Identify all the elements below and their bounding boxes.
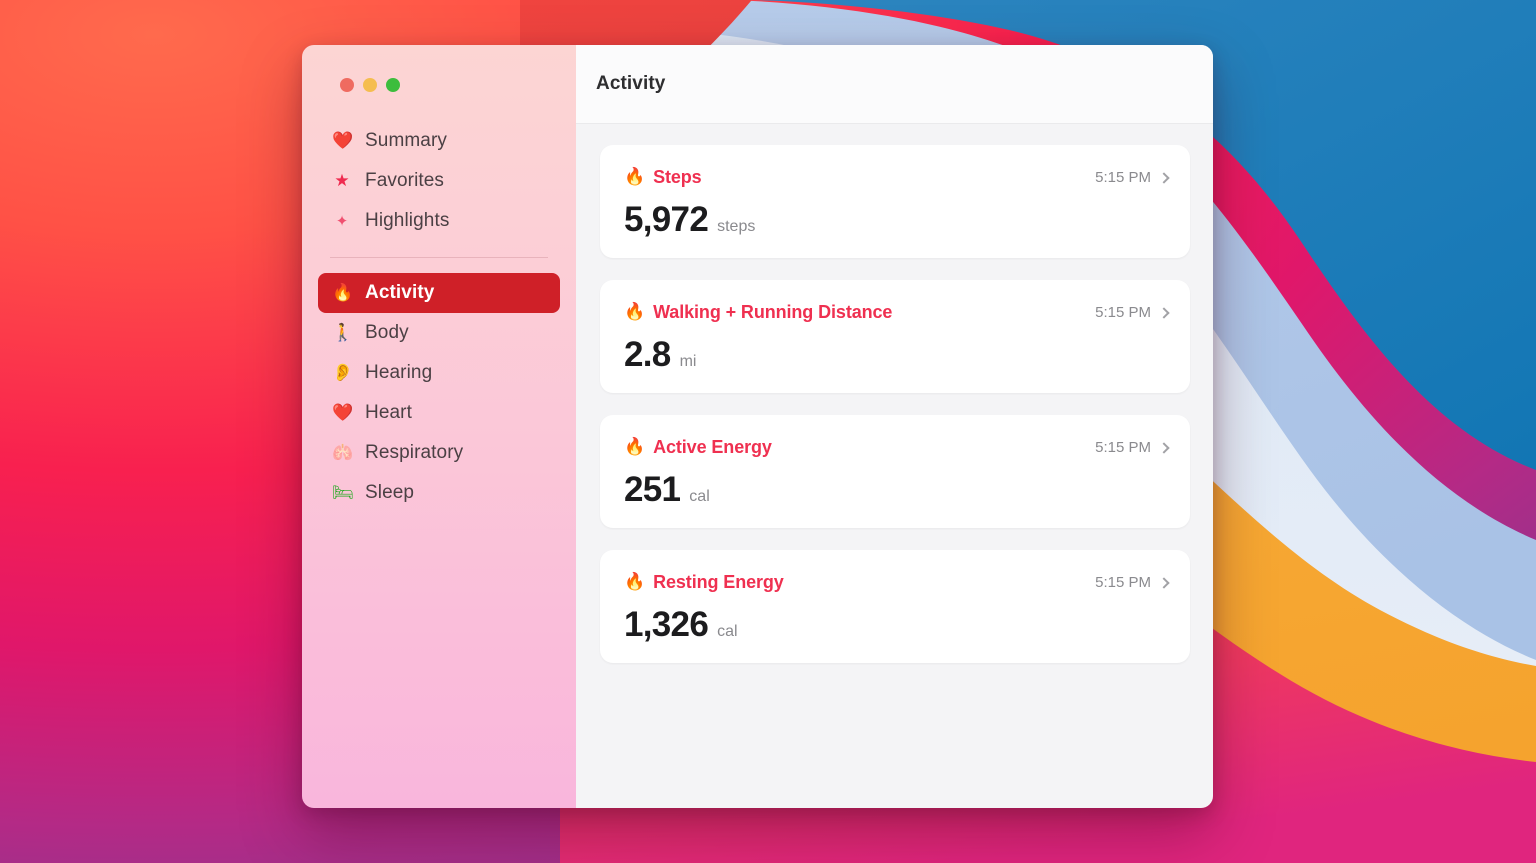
card-header: 🔥 Active Energy 5:15 PM [624, 437, 1170, 458]
card-value-unit: cal [717, 623, 738, 640]
card-header: 🔥 Resting Energy 5:15 PM [624, 572, 1170, 593]
card-timestamp: 5:15 PM [1095, 574, 1151, 591]
chevron-right-icon[interactable] [1158, 172, 1170, 184]
card-value-unit: mi [679, 353, 697, 370]
chevron-right-icon[interactable] [1158, 442, 1170, 454]
sparkles-icon: ✦ [335, 211, 349, 230]
card-value-unit: steps [717, 218, 756, 235]
page-title: Activity [596, 73, 666, 94]
sidebar-item-label: Activity [365, 282, 435, 303]
card-header: 🔥 Steps 5:15 PM [624, 167, 1170, 188]
card-title: 🔥 Resting Energy [624, 572, 784, 593]
sidebar-item-heart[interactable]: ❤️ Heart [318, 393, 560, 433]
card-value-row: 1,326 cal [624, 607, 1168, 642]
card-title: 🔥 Steps [624, 167, 702, 188]
flame-icon: 🔥 [624, 167, 646, 187]
minimize-button[interactable] [363, 78, 377, 92]
card-value: 2.8 [624, 335, 671, 374]
card-meta[interactable]: 5:15 PM [1095, 304, 1170, 321]
sidebar-item-summary[interactable]: ❤️ Summary [318, 121, 560, 161]
metric-card-resting-energy[interactable]: 🔥 Resting Energy 5:15 PM 1,326 cal [600, 550, 1190, 663]
card-value-row: 5,972 steps [624, 202, 1168, 237]
card-title-label: Active Energy [653, 437, 772, 457]
card-title: 🔥 Walking + Running Distance [624, 302, 892, 323]
flame-icon: 🔥 [624, 437, 646, 457]
desktop-wallpaper: ❤️ Summary ★ Favorites ✦ Highlights 🔥 Ac… [0, 0, 1536, 863]
card-timestamp: 5:15 PM [1095, 169, 1151, 186]
sidebar-item-hearing[interactable]: 👂 Hearing [318, 353, 560, 393]
heart-icon: ❤️ [332, 402, 354, 423]
close-button[interactable] [340, 78, 354, 92]
metric-card-list: 🔥 Steps 5:15 PM 5,972 steps 🔥 Walking + … [576, 124, 1213, 808]
sidebar-item-favorites[interactable]: ★ Favorites [318, 161, 560, 201]
flame-icon: 🔥 [624, 572, 646, 592]
sidebar-item-label: Favorites [365, 170, 445, 191]
card-value-unit: cal [689, 488, 710, 505]
card-meta[interactable]: 5:15 PM [1095, 169, 1170, 186]
card-meta[interactable]: 5:15 PM [1095, 439, 1170, 456]
lungs-icon: 🫁 [332, 442, 354, 463]
sidebar-item-sleep[interactable]: 🛏 Sleep [318, 473, 560, 513]
flame-icon: 🔥 [332, 282, 354, 303]
card-value: 5,972 [624, 200, 709, 239]
chevron-right-icon[interactable] [1158, 577, 1170, 589]
content-header: Activity [576, 45, 1213, 124]
card-timestamp: 5:15 PM [1095, 304, 1151, 321]
card-title-label: Steps [653, 167, 702, 187]
sidebar-item-label: Highlights [365, 210, 450, 231]
card-value-row: 251 cal [624, 472, 1168, 507]
sidebar-item-label: Sleep [365, 482, 415, 503]
sidebar-category-group: 🔥 Activity 🚶 Body 👂 Hearing ❤️ Heart 🫁 R… [318, 273, 560, 513]
sidebar-item-respiratory[interactable]: 🫁 Respiratory [318, 433, 560, 473]
main-content: Activity 🔥 Steps 5:15 PM 5,972 steps 🔥 W… [576, 45, 1213, 808]
chevron-right-icon[interactable] [1158, 307, 1170, 319]
card-header: 🔥 Walking + Running Distance 5:15 PM [624, 302, 1170, 323]
bed-icon: 🛏 [332, 482, 354, 503]
metric-card-active-energy[interactable]: 🔥 Active Energy 5:15 PM 251 cal [600, 415, 1190, 528]
metric-card-steps[interactable]: 🔥 Steps 5:15 PM 5,972 steps [600, 145, 1190, 258]
walking-icon: 🚶 [332, 322, 354, 343]
card-timestamp: 5:15 PM [1095, 439, 1151, 456]
card-value-row: 2.8 mi [624, 337, 1168, 372]
sidebar-item-label: Hearing [365, 362, 433, 383]
sidebar-item-label: Body [365, 322, 409, 343]
card-title-label: Resting Energy [653, 572, 784, 592]
card-value: 251 [624, 470, 681, 509]
sidebar-top-group: ❤️ Summary ★ Favorites ✦ Highlights [318, 121, 560, 241]
sidebar-item-label: Summary [365, 130, 447, 151]
card-title-label: Walking + Running Distance [653, 302, 893, 322]
sidebar: ❤️ Summary ★ Favorites ✦ Highlights 🔥 Ac… [302, 45, 576, 808]
metric-card-walking-running-distance[interactable]: 🔥 Walking + Running Distance 5:15 PM 2.8… [600, 280, 1190, 393]
window-controls [318, 45, 560, 92]
card-meta[interactable]: 5:15 PM [1095, 574, 1170, 591]
heart-icon: ❤️ [332, 130, 354, 151]
flame-icon: 🔥 [624, 302, 646, 322]
ear-icon: 👂 [332, 362, 354, 383]
star-icon: ★ [334, 170, 350, 191]
maximize-button[interactable] [386, 78, 400, 92]
sidebar-item-body[interactable]: 🚶 Body [318, 313, 560, 353]
health-app-window: ❤️ Summary ★ Favorites ✦ Highlights 🔥 Ac… [302, 45, 1213, 808]
card-value: 1,326 [624, 605, 709, 644]
sidebar-item-label: Respiratory [365, 442, 464, 463]
sidebar-divider [330, 257, 548, 258]
sidebar-item-activity[interactable]: 🔥 Activity [318, 273, 560, 313]
sidebar-item-label: Heart [365, 402, 412, 423]
card-title: 🔥 Active Energy [624, 437, 772, 458]
sidebar-item-highlights[interactable]: ✦ Highlights [318, 201, 560, 241]
